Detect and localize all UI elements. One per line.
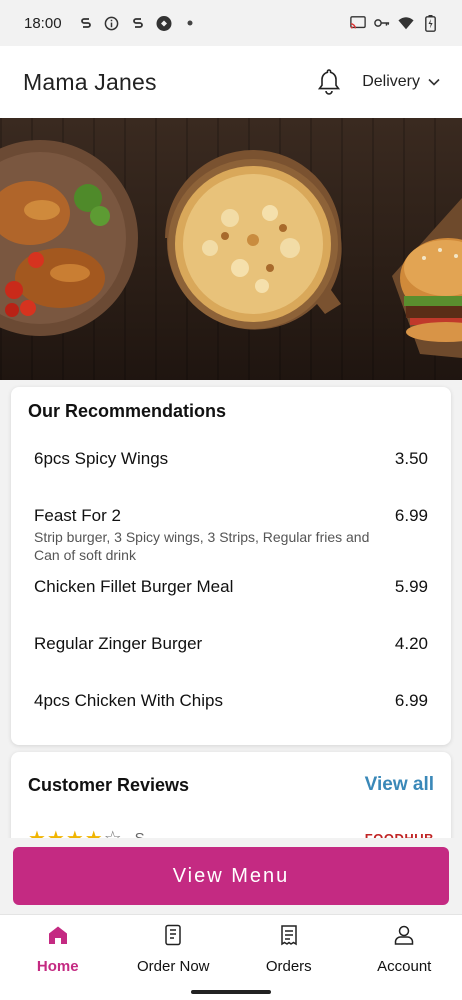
recommendation-price: 5.99 xyxy=(394,577,428,596)
recommendation-price: 3.50 xyxy=(394,449,428,468)
s-icon xyxy=(78,15,94,31)
status-left: 18:00 xyxy=(24,15,198,32)
nav-home[interactable]: Home xyxy=(3,923,113,975)
status-bar: 18:00 xyxy=(0,0,462,46)
recommendation-item[interactable]: Regular Zinger Burger 4.20 xyxy=(28,634,434,654)
pizza xyxy=(165,150,342,330)
recommendation-item[interactable]: Chicken Fillet Burger Meal 5.99 xyxy=(28,577,434,597)
recommendation-name: 4pcs Chicken With Chips xyxy=(34,691,223,710)
nav-label: Account xyxy=(377,958,432,975)
nav-orders[interactable]: Orders xyxy=(234,923,344,975)
view-all-reviews-link[interactable]: View all xyxy=(365,774,434,796)
wifi-icon xyxy=(398,15,414,31)
battery-icon xyxy=(422,14,438,32)
info-icon xyxy=(104,15,120,31)
recommendation-item[interactable]: Feast For 2 Strip burger, 3 Spicy wings,… xyxy=(28,506,434,564)
s-icon xyxy=(130,15,146,31)
recommendation-name: Chicken Fillet Burger Meal xyxy=(34,577,234,596)
reviews-title: Customer Reviews xyxy=(28,774,190,795)
recommendation-main: 4pcs Chicken With Chips xyxy=(34,691,223,711)
recommendation-price: 6.99 xyxy=(394,506,428,525)
nav-order-now[interactable]: Order Now xyxy=(118,923,228,975)
recommendations-title: Our Recommendations xyxy=(28,401,227,421)
person-icon xyxy=(392,923,416,952)
status-right xyxy=(350,14,438,32)
cast-icon xyxy=(350,15,366,31)
bell-icon[interactable] xyxy=(316,67,342,97)
chevron-down-icon xyxy=(428,73,440,91)
hero-food-banner xyxy=(0,118,462,380)
recommendation-price: 4.20 xyxy=(394,634,428,653)
receipt-icon xyxy=(277,923,301,952)
header-actions: Delivery xyxy=(316,67,440,97)
nav-label: Order Now xyxy=(136,958,210,975)
gesture-handle[interactable] xyxy=(191,990,271,994)
recommendation-main: Feast For 2 Strip burger, 3 Spicy wings,… xyxy=(34,506,395,564)
app-header: Mama Janes Delivery xyxy=(0,46,462,118)
order-icon xyxy=(161,923,185,952)
recommendation-main: 6pcs Spicy Wings xyxy=(34,449,168,469)
burger xyxy=(392,198,462,358)
recommendation-main: Regular Zinger Burger xyxy=(34,634,202,654)
key-icon xyxy=(374,15,390,31)
gesture-bar xyxy=(0,982,462,1000)
reviews-header: Customer Reviews View all xyxy=(28,774,434,796)
recommendation-description: Strip burger, 3 Spicy wings, 3 Strips, R… xyxy=(34,529,370,563)
shield-icon xyxy=(156,15,172,31)
nav-label: Home xyxy=(36,958,79,975)
home-icon xyxy=(46,923,70,952)
restaurant-title: Mama Janes xyxy=(23,68,157,95)
recommendation-name: Regular Zinger Burger xyxy=(34,634,203,653)
recommendation-name: 6pcs Spicy Wings xyxy=(34,449,169,468)
recommendation-main: Chicken Fillet Burger Meal xyxy=(34,577,233,597)
delivery-mode-label: Delivery xyxy=(362,73,420,90)
bottom-nav: Home Order Now Orders Account xyxy=(0,914,462,983)
hero-food-illustration xyxy=(0,140,462,358)
status-time: 18:00 xyxy=(24,14,62,32)
delivery-mode-dropdown[interactable]: Delivery xyxy=(362,73,440,91)
grilled-chicken-plate xyxy=(0,140,138,336)
nav-account[interactable]: Account xyxy=(349,923,459,975)
recommendation-item[interactable]: 4pcs Chicken With Chips 6.99 xyxy=(28,691,434,711)
nav-label: Orders xyxy=(265,958,312,975)
recommendation-name: Feast For 2 xyxy=(34,506,121,525)
recommendation-price: 6.99 xyxy=(394,691,428,710)
dot-icon xyxy=(182,15,198,31)
recommendation-item[interactable]: 6pcs Spicy Wings 3.50 xyxy=(28,449,434,469)
view-menu-button[interactable]: View Menu xyxy=(13,847,449,905)
